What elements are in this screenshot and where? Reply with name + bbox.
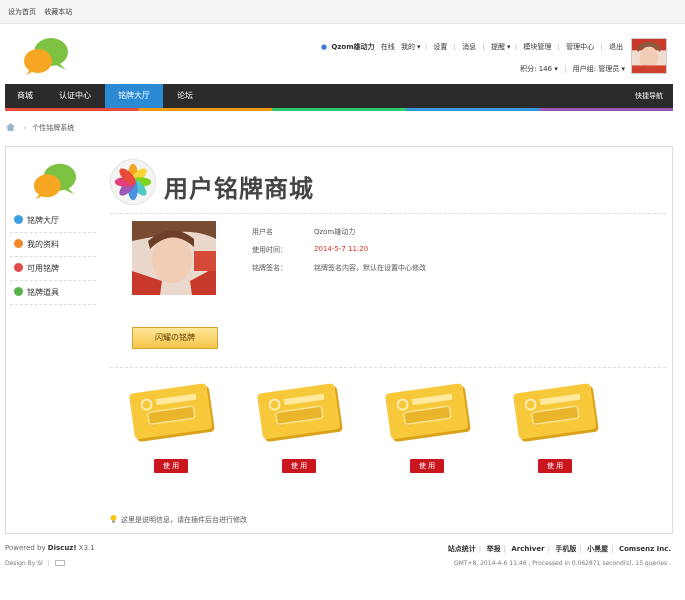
bookmark-link[interactable]: 收藏本站 <box>44 8 72 16</box>
online-status[interactable]: 在线 <box>381 43 395 51</box>
main-panel: 铭牌大厅 我的资料 可用铭牌 铭牌道具 用户铭牌商城 用户名 Qzom雄动力 使… <box>5 146 673 534</box>
sidebar-item-medal-props[interactable]: 铭牌道具 <box>10 281 96 305</box>
mine-menu[interactable]: 我的 <box>401 43 415 51</box>
sidebar-item-my-profile[interactable]: 我的资料 <box>10 233 96 257</box>
admin-center-link[interactable]: 管理中心 <box>566 43 594 51</box>
username-value: Qzom雄动力 <box>314 228 356 236</box>
points-link[interactable]: 积分: 146 <box>520 65 552 73</box>
design-credit: Design By SI | <box>5 560 65 567</box>
photos-flower-icon <box>110 159 156 205</box>
breadcrumb: › 个性铭牌系统 <box>6 123 74 133</box>
top-bar: 设为首页 收藏本站 <box>0 0 685 24</box>
footer-links: 站点统计 | 举报 | Archiver | 手机版 | 小黑屋 | Comsenz In… <box>447 545 671 553</box>
use-medal-button[interactable]: 使 用 <box>154 459 188 473</box>
profile-photo <box>132 221 216 295</box>
powered-by: Powered by Discuz! X3.1 <box>5 544 95 552</box>
avatar[interactable] <box>631 38 667 74</box>
sidebar-item-label: 可用铭牌 <box>27 264 59 273</box>
home-icon[interactable] <box>6 123 15 131</box>
sidebar-item-label: 铭牌大厅 <box>27 216 59 225</box>
badge-icon <box>54 560 65 566</box>
nav-color-stripe <box>5 108 673 111</box>
main-nav: 商城 认证中心 铭牌大厅 论坛 快捷导航 <box>5 84 673 111</box>
profile-icon <box>14 239 23 248</box>
header: ● Qzom雄动力 在线 我的 ▾ | 设置 | 消息 | 提醒 ▾ | 模块管理 … <box>0 24 685 82</box>
signature-value: 铭牌签名内容，默认在设置中心修改 <box>314 264 426 272</box>
time-value: 2014-5-7 11:20 <box>314 245 369 253</box>
username-link[interactable]: Qzom雄动力 <box>331 43 374 51</box>
chevron-down-icon: ▾ <box>507 43 511 51</box>
logout-link[interactable]: 退出 <box>609 43 623 51</box>
footer-link-archiver[interactable]: Archiver <box>511 545 544 553</box>
set-home-link[interactable]: 设为首页 <box>8 8 36 16</box>
top-links: 设为首页 收藏本站 <box>8 7 78 17</box>
footer-link-report[interactable]: 举报 <box>487 545 501 553</box>
medal-card-icon[interactable] <box>384 383 474 443</box>
info-note-text: 这里是说明信息，请在插件后台进行修改 <box>121 516 247 524</box>
flash-medal-button[interactable]: 闪耀の铭牌 <box>132 327 218 349</box>
page-title: 用户铭牌商城 <box>164 175 314 203</box>
footer-link-mobile[interactable]: 手机版 <box>555 545 576 553</box>
messages-link[interactable]: 消息 <box>462 43 476 51</box>
nav-item-mall[interactable]: 商城 <box>5 84 45 108</box>
sidebar-logo-icon <box>33 163 77 200</box>
username-label: 用户名 <box>252 228 273 236</box>
signature-label: 铭牌签名： <box>252 264 287 272</box>
sidebar-item-medal-hall[interactable]: 铭牌大厅 <box>10 209 96 233</box>
module-mgmt-link[interactable]: 模块管理 <box>523 43 551 51</box>
user-bar: ● Qzom雄动力 在线 我的 ▾ | 设置 | 消息 | 提醒 ▾ | 模块管理 … <box>321 43 623 51</box>
footer-link-stats[interactable]: 站点统计 <box>448 545 476 553</box>
chevron-down-icon: ▾ <box>554 65 558 73</box>
chevron-down-icon: ▾ <box>621 65 625 73</box>
lightbulb-icon <box>110 515 117 523</box>
footer-link-blackroom[interactable]: 小黑屋 <box>587 545 608 553</box>
user-group-link[interactable]: 用户组: 管理员 <box>573 65 620 73</box>
nav-item-forum[interactable]: 论坛 <box>165 84 205 108</box>
discuz-link[interactable]: Discuz! <box>48 544 77 552</box>
divider <box>110 213 666 214</box>
time-label: 使用时间： <box>252 246 287 254</box>
use-medal-button[interactable]: 使 用 <box>282 459 316 473</box>
medal-hall-icon <box>14 215 23 224</box>
medal-card-icon[interactable] <box>128 383 218 443</box>
medal-card-icon[interactable] <box>256 383 346 443</box>
reminders-link[interactable]: 提醒 <box>491 43 505 51</box>
props-icon <box>14 287 23 296</box>
sidebar-item-label: 铭牌道具 <box>27 288 59 297</box>
divider <box>110 367 666 368</box>
medal-card-icon[interactable] <box>512 383 602 443</box>
nav-item-medal-hall[interactable]: 铭牌大厅 <box>105 84 163 108</box>
settings-link[interactable]: 设置 <box>433 43 447 51</box>
info-note: 这里是说明信息，请在插件后台进行修改 <box>110 515 247 525</box>
nav-item-auth-center[interactable]: 认证中心 <box>47 84 103 108</box>
chevron-down-icon: ▾ <box>417 43 421 51</box>
user-icon: ● <box>321 43 328 51</box>
breadcrumb-current[interactable]: 个性铭牌系统 <box>32 124 74 132</box>
quick-nav-link[interactable]: 快捷导航 <box>635 84 663 108</box>
footer-stats: GMT+8, 2014-4-6 11:46 , Processed in 0.0… <box>453 560 671 567</box>
medal-icon <box>14 263 23 272</box>
use-medal-button[interactable]: 使 用 <box>410 459 444 473</box>
sidebar-item-available-medals[interactable]: 可用铭牌 <box>10 257 96 281</box>
sidebar-menu: 铭牌大厅 我的资料 可用铭牌 铭牌道具 <box>10 209 96 305</box>
site-logo-icon[interactable] <box>22 36 70 76</box>
user-stats: 积分: 146 ▾ | 用户组: 管理员 ▾ <box>520 65 625 73</box>
use-medal-button[interactable]: 使 用 <box>538 459 572 473</box>
sidebar-item-label: 我的资料 <box>27 240 59 249</box>
footer-link-comsenz[interactable]: Comsenz Inc. <box>619 545 671 553</box>
